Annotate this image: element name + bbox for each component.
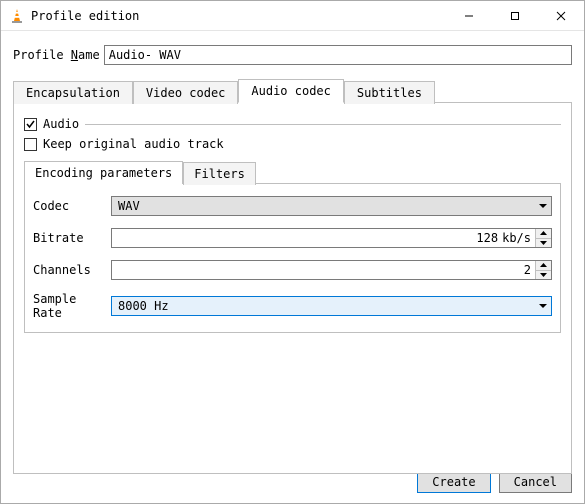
chevron-up-icon xyxy=(540,263,547,267)
divider xyxy=(85,124,561,125)
keep-original-checkbox[interactable] xyxy=(24,138,37,151)
window-controls xyxy=(446,1,584,30)
tab-encapsulation[interactable]: Encapsulation xyxy=(13,81,133,104)
chevron-down-icon xyxy=(534,197,551,215)
keep-original-row: Keep original audio track xyxy=(24,137,561,151)
channels-label: Channels xyxy=(33,263,111,277)
content-area: Profile Name Encapsulation Video codec A… xyxy=(1,31,584,503)
tab-subtitles[interactable]: Subtitles xyxy=(344,81,435,104)
codec-value: WAV xyxy=(118,199,534,213)
audio-checkbox[interactable] xyxy=(24,118,37,131)
codec-row: Codec WAV xyxy=(33,196,552,216)
chevron-down-icon xyxy=(540,241,547,245)
bitrate-value: 128 xyxy=(112,229,502,247)
window-title: Profile edition xyxy=(31,9,139,23)
tab-video-codec[interactable]: Video codec xyxy=(133,81,238,104)
channels-spinner[interactable]: 2 xyxy=(111,260,552,280)
channels-value: 2 xyxy=(112,261,535,279)
profile-name-label: Profile Name xyxy=(13,48,100,62)
chevron-up-icon xyxy=(540,231,547,235)
keep-original-label: Keep original audio track xyxy=(43,137,224,151)
bitrate-down-button[interactable] xyxy=(536,239,551,248)
inner-tabpanel: Codec WAV Bitrate 128 kb/s xyxy=(24,183,561,333)
tab-filters[interactable]: Filters xyxy=(183,162,256,185)
profile-name-row: Profile Name xyxy=(13,45,572,65)
samplerate-label: Sample Rate xyxy=(33,292,111,320)
bitrate-row: Bitrate 128 kb/s xyxy=(33,228,552,248)
tab-encoding-parameters[interactable]: Encoding parameters xyxy=(24,161,183,184)
main-tabpanel: Audio Keep original audio track Encoding… xyxy=(13,102,572,474)
bitrate-spin-buttons xyxy=(535,229,551,247)
close-button[interactable] xyxy=(538,1,584,30)
main-tabstrip: Encapsulation Video codec Audio codec Su… xyxy=(13,79,572,103)
channels-row: Channels 2 xyxy=(33,260,552,280)
cancel-button[interactable]: Cancel xyxy=(499,471,572,493)
chevron-down-icon xyxy=(540,273,547,277)
channels-down-button[interactable] xyxy=(536,271,551,280)
codec-label: Codec xyxy=(33,199,111,213)
inner-tabs: Encoding parameters Filters Codec WAV xyxy=(24,161,561,333)
profile-name-input[interactable] xyxy=(104,45,572,65)
bitrate-label: Bitrate xyxy=(33,231,111,245)
audio-checkbox-row: Audio xyxy=(24,117,561,131)
titlebar: Profile edition xyxy=(1,1,584,31)
create-button[interactable]: Create xyxy=(417,471,490,493)
check-icon xyxy=(25,119,36,130)
chevron-down-icon xyxy=(534,297,551,315)
dialog-buttons: Create Cancel xyxy=(417,471,572,493)
minimize-button[interactable] xyxy=(446,1,492,30)
maximize-button[interactable] xyxy=(492,1,538,30)
inner-tabstrip: Encoding parameters Filters xyxy=(24,161,561,184)
bitrate-unit: kb/s xyxy=(502,229,535,247)
samplerate-combo[interactable]: 8000 Hz xyxy=(111,296,552,316)
vlc-cone-icon xyxy=(9,8,25,24)
channels-spin-buttons xyxy=(535,261,551,279)
channels-up-button[interactable] xyxy=(536,261,551,271)
bitrate-up-button[interactable] xyxy=(536,229,551,239)
audio-checkbox-label: Audio xyxy=(43,117,79,131)
codec-combo[interactable]: WAV xyxy=(111,196,552,216)
samplerate-value: 8000 Hz xyxy=(118,299,534,313)
main-tabs: Encapsulation Video codec Audio codec Su… xyxy=(13,79,572,474)
samplerate-row: Sample Rate 8000 Hz xyxy=(33,292,552,320)
bitrate-spinner[interactable]: 128 kb/s xyxy=(111,228,552,248)
tab-audio-codec[interactable]: Audio codec xyxy=(238,79,343,103)
